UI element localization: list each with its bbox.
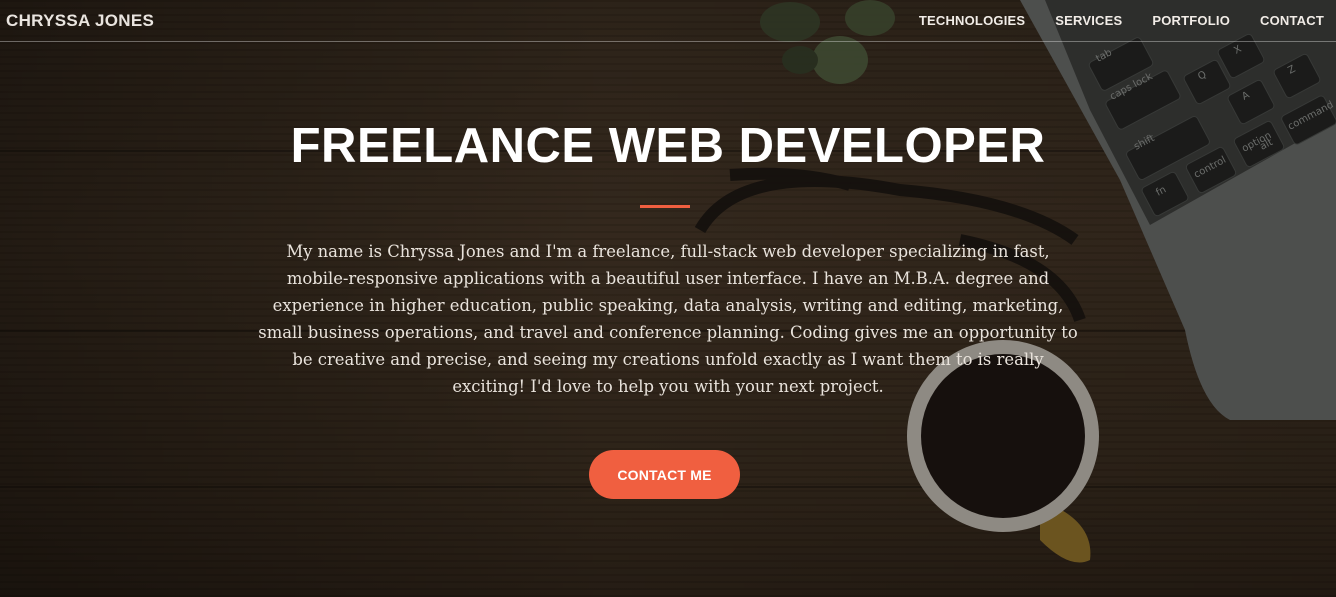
title-divider: [640, 205, 690, 208]
hero-section: FREELANCE WEB DEVELOPER My name is Chrys…: [0, 0, 1336, 597]
hero-title: FREELANCE WEB DEVELOPER: [290, 119, 1046, 173]
contact-me-button[interactable]: CONTACT ME: [589, 450, 740, 499]
hero-description: My name is Chryssa Jones and I'm a freel…: [258, 242, 1078, 396]
